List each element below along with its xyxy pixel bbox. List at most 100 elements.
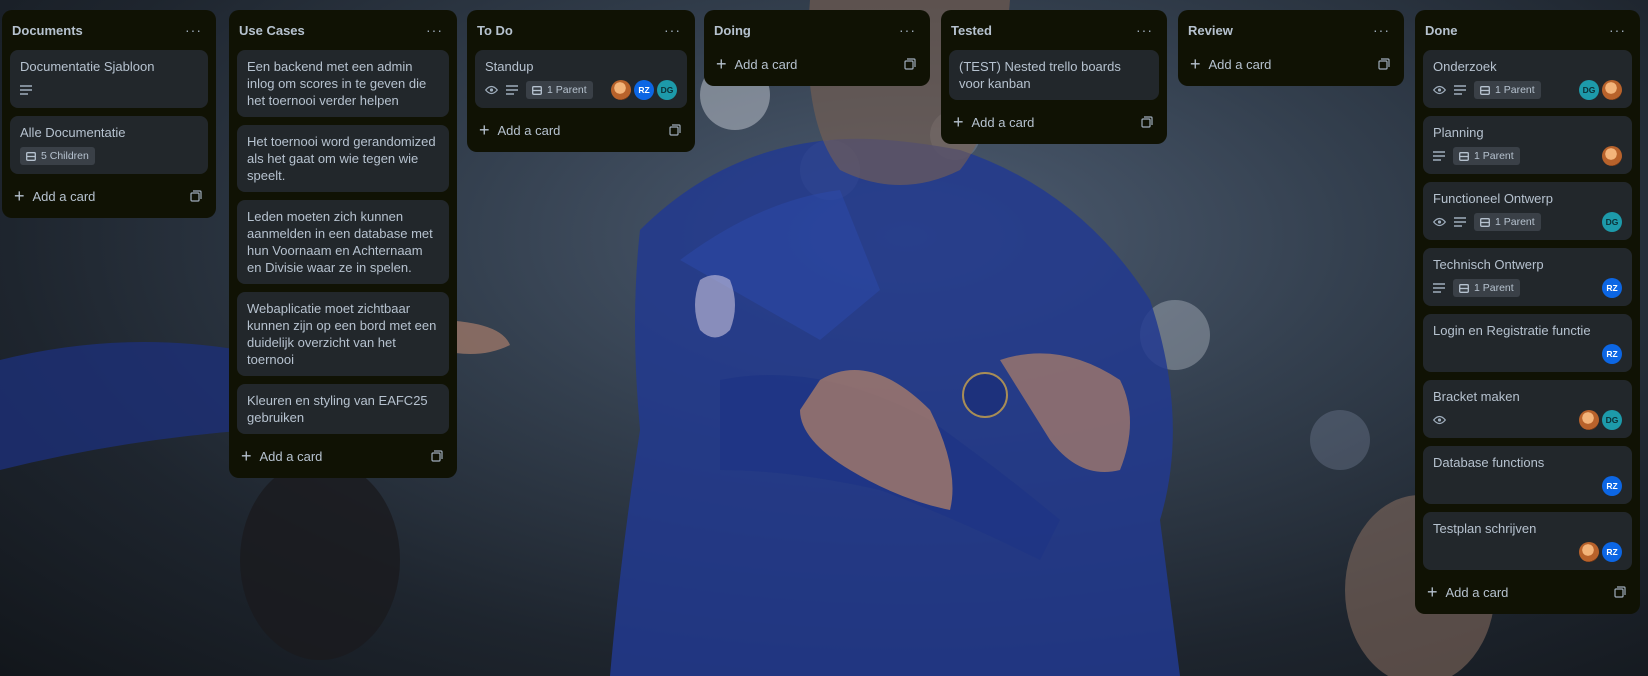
card-template-icon[interactable] [1141,116,1153,128]
card-use-case[interactable]: Leden moeten zich kunnen aanmelden in ee… [237,200,449,284]
more-horizontal-icon[interactable]: ··· [1373,22,1390,38]
add-card-button[interactable]: + Add a card [949,108,1159,136]
add-card-button[interactable]: + Add a card [10,182,208,210]
card-title: Planning [1433,125,1484,140]
description-icon [1433,151,1445,161]
card-test-nested-boards[interactable]: (TEST) Nested trello boards voor kanban [949,50,1159,100]
list-use-cases: Use Cases ··· Een backend met een admin … [229,10,457,478]
children-badge: 5 Children [20,147,95,165]
card-template-icon[interactable] [1378,58,1390,70]
list-tested: Tested ··· (TEST) Nested trello boards v… [941,10,1167,144]
list-to-do: To Do ··· Standup 1 Parent RZ DG + Add a … [467,10,695,152]
avatar[interactable]: DG [1602,212,1622,232]
list-title: Documents [12,22,83,38]
add-card-button[interactable]: + Add a card [712,50,922,78]
card-use-case[interactable]: Het toernooi word gerandomized als het g… [237,125,449,192]
card-title: Functioneel Ontwerp [1433,191,1553,206]
more-horizontal-icon[interactable]: ··· [899,22,916,38]
avatar[interactable] [611,80,631,100]
avatar[interactable]: DG [657,80,677,100]
card-template-icon[interactable] [669,124,681,136]
card-title: Onderzoek [1433,59,1497,74]
avatar[interactable] [1579,410,1599,430]
eye-icon [485,85,498,95]
card-alle-documentatie[interactable]: Alle Documentatie 5 Children [10,116,208,174]
more-horizontal-icon[interactable]: ··· [664,22,681,38]
card-title: Testplan schrijven [1433,521,1537,536]
list-title: Review [1188,22,1233,38]
badge-label: 5 Children [41,149,89,162]
avatar[interactable]: RZ [634,80,654,100]
card-technisch-ontwerp[interactable]: Technisch Ontwerp 1 Parent RZ [1423,248,1632,306]
description-icon [1454,217,1466,227]
card-title: Documentatie Sjabloon [20,59,155,74]
add-card-label: Add a card [1208,56,1272,72]
card-template-icon[interactable] [431,450,443,462]
card-title: Bracket maken [1433,389,1520,404]
card-bracket-maken[interactable]: Bracket maken DG [1423,380,1632,438]
card-title: Database functions [1433,455,1545,470]
more-horizontal-icon[interactable]: ··· [1136,22,1153,38]
badge-label: 1 Parent [547,83,587,96]
card-title: Standup [485,59,534,74]
list-title: Done [1425,22,1458,38]
description-icon [20,85,32,95]
card-title: Leden moeten zich kunnen aanmelden in ee… [247,209,433,275]
card-use-case[interactable]: Kleuren en styling van EAFC25 gebruiken [237,384,449,434]
avatar[interactable]: DG [1602,410,1622,430]
eye-icon [1433,217,1446,227]
avatar[interactable]: RZ [1602,542,1622,562]
badge-label: 1 Parent [1495,83,1535,96]
card-planning[interactable]: Planning 1 Parent [1423,116,1632,174]
card-testplan-schrijven[interactable]: Testplan schrijven RZ [1423,512,1632,570]
add-card-label: Add a card [32,188,96,204]
more-horizontal-icon[interactable]: ··· [426,22,443,38]
card-database-functions[interactable]: Database functions RZ [1423,446,1632,504]
add-card-button[interactable]: + Add a card [1186,50,1396,78]
avatar[interactable] [1602,146,1622,166]
card-login-registratie[interactable]: Login en Registratie functie RZ [1423,314,1632,372]
linked-card-icon [1459,151,1469,161]
add-card-button[interactable]: + Add a card [1423,578,1632,606]
card-title: Webaplicatie moet zichtbaar kunnen zijn … [247,301,437,367]
card-use-case[interactable]: Een backend met een admin inlog om score… [237,50,449,117]
linked-card-icon [1459,283,1469,293]
list-done: Done ··· Onderzoek 1 Parent DG Planning [1415,10,1640,614]
card-onderzoek[interactable]: Onderzoek 1 Parent DG [1423,50,1632,108]
avatar[interactable] [1602,80,1622,100]
avatar[interactable]: RZ [1602,344,1622,364]
card-title: Technisch Ontwerp [1433,257,1544,272]
add-card-button[interactable]: + Add a card [475,116,687,144]
add-card-button[interactable]: + Add a card [237,442,449,470]
card-template-icon[interactable] [190,190,202,202]
plus-icon: + [14,186,25,206]
list-title: Use Cases [239,22,305,38]
avatar[interactable]: RZ [1602,278,1622,298]
list-title: Doing [714,22,751,38]
list-documents: Documents ··· Documentatie Sjabloon Alle… [2,10,216,218]
add-card-label: Add a card [259,448,323,464]
card-title: Kleuren en styling van EAFC25 gebruiken [247,393,428,425]
avatar[interactable]: RZ [1602,476,1622,496]
avatar[interactable]: DG [1579,80,1599,100]
card-functioneel-ontwerp[interactable]: Functioneel Ontwerp 1 Parent DG [1423,182,1632,240]
linked-card-icon [532,85,542,95]
card-title: Een backend met een admin inlog om score… [247,59,427,108]
card-documentatie-sjabloon[interactable]: Documentatie Sjabloon [10,50,208,108]
avatar[interactable] [1579,542,1599,562]
list-doing: Doing ··· + Add a card [704,10,930,86]
more-horizontal-icon[interactable]: ··· [185,22,202,38]
card-use-case[interactable]: Webaplicatie moet zichtbaar kunnen zijn … [237,292,449,376]
add-card-label: Add a card [497,122,561,138]
card-title: Het toernooi word gerandomized als het g… [247,134,436,183]
parent-badge: 1 Parent [526,81,593,99]
add-card-label: Add a card [1445,584,1509,600]
card-template-icon[interactable] [904,58,916,70]
more-horizontal-icon[interactable]: ··· [1609,22,1626,38]
card-template-icon[interactable] [1614,586,1626,598]
add-card-label: Add a card [971,114,1035,130]
description-icon [1433,283,1445,293]
badge-label: 1 Parent [1474,281,1514,294]
card-standup[interactable]: Standup 1 Parent RZ DG [475,50,687,108]
linked-card-icon [26,151,36,161]
